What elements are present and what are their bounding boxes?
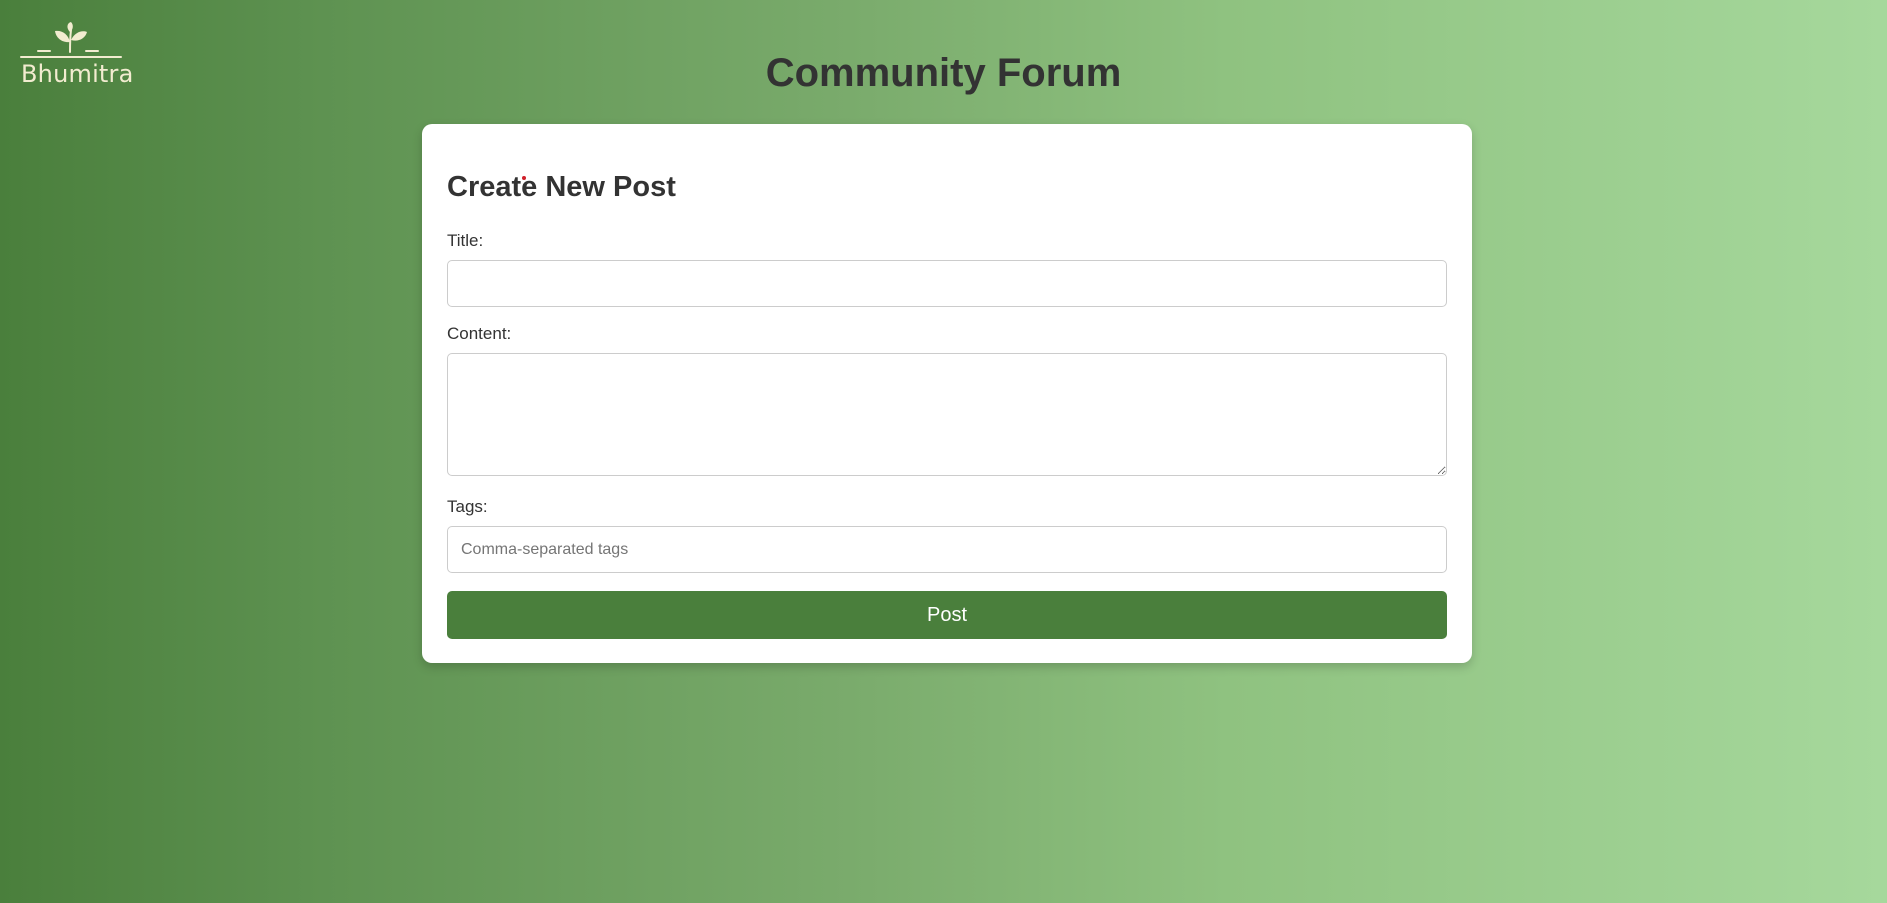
title-input[interactable]: [447, 260, 1447, 307]
tags-input[interactable]: [447, 526, 1447, 573]
content-textarea[interactable]: [447, 353, 1447, 476]
form-heading: Create New Post: [447, 171, 676, 203]
title-label: Title:: [447, 231, 484, 250]
page-title: Community Forum: [765, 51, 1122, 95]
content-label: Content:: [447, 324, 512, 343]
post-button[interactable]: Post: [447, 591, 1447, 639]
create-post-card: Create New Post Title: Content: Tags: Po…: [422, 124, 1472, 663]
cursor-indicator: [522, 176, 526, 180]
tags-label: Tags:: [447, 497, 488, 516]
